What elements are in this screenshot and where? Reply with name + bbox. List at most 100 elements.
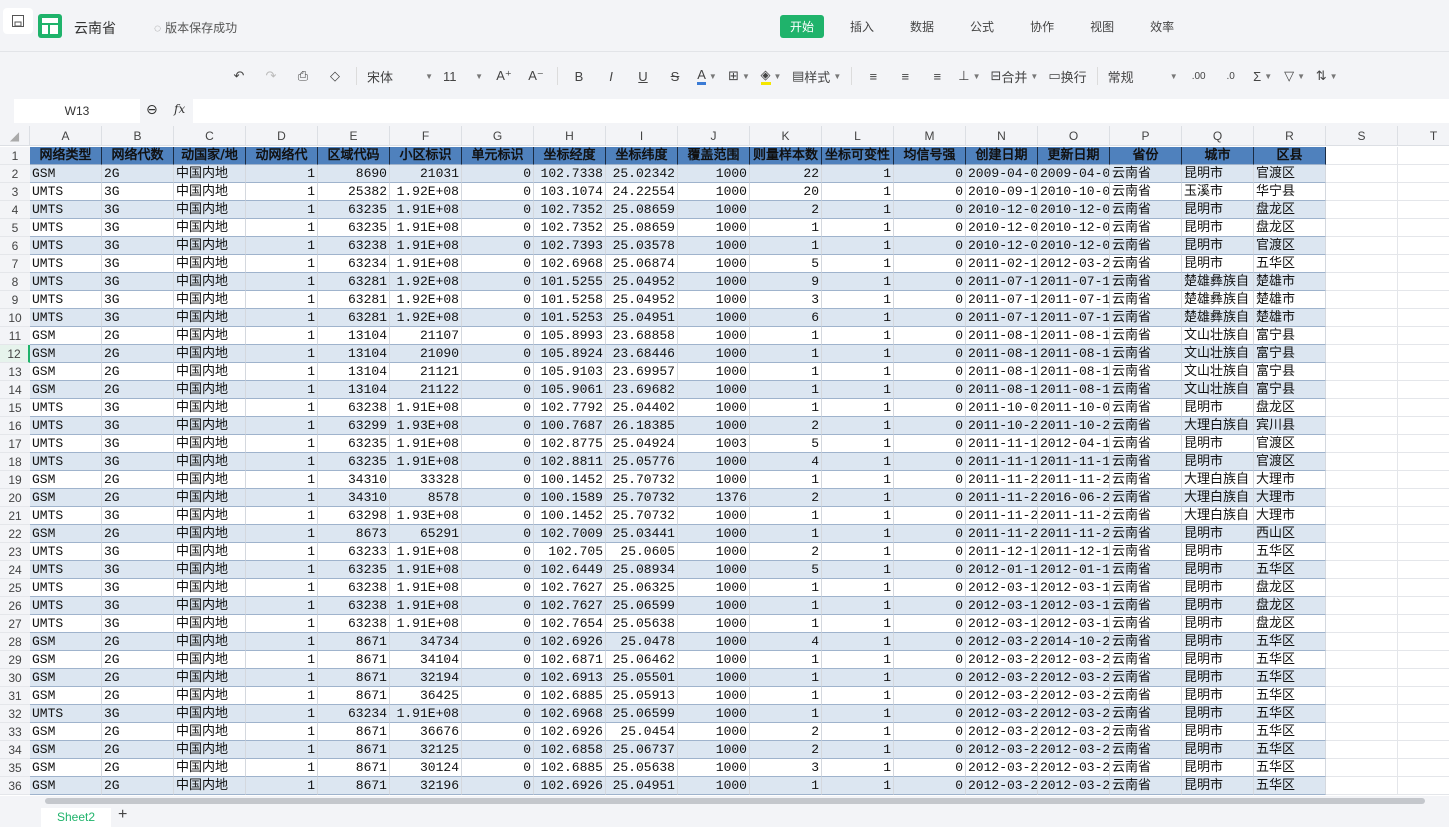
header-cell[interactable]: 城市	[1182, 147, 1254, 165]
table-cell[interactable]: 楚雄彝族自	[1182, 309, 1254, 327]
table-cell[interactable]: 2009-04-0	[966, 165, 1038, 183]
table-cell[interactable]: 0	[462, 327, 534, 345]
table-cell[interactable]: 云南省	[1110, 381, 1182, 399]
table-cell[interactable]: 2011-08-1	[1038, 363, 1110, 381]
empty-cell[interactable]	[1398, 615, 1449, 633]
table-cell[interactable]: 1	[246, 363, 318, 381]
table-cell[interactable]: GSM	[30, 651, 102, 669]
table-cell[interactable]: 0	[894, 741, 966, 759]
table-cell[interactable]: 1	[822, 615, 894, 633]
table-cell[interactable]: 云南省	[1110, 705, 1182, 723]
table-cell[interactable]: 1000	[678, 543, 750, 561]
table-cell[interactable]: 中国内地	[174, 633, 246, 651]
table-cell[interactable]: 1	[246, 579, 318, 597]
table-cell[interactable]: 25.05638	[606, 615, 678, 633]
table-cell[interactable]: 1	[822, 219, 894, 237]
table-cell[interactable]: 63298	[318, 507, 390, 525]
table-cell[interactable]: 2010-12-0	[966, 219, 1038, 237]
table-cell[interactable]: 1.92E+08	[390, 309, 462, 327]
table-cell[interactable]: 102.6913	[534, 669, 606, 687]
header-cell[interactable]: 区县	[1254, 147, 1326, 165]
table-cell[interactable]: 1	[822, 417, 894, 435]
empty-cell[interactable]	[1326, 759, 1398, 777]
empty-cell[interactable]	[1326, 345, 1398, 363]
header-cell[interactable]: 小区标识	[390, 147, 462, 165]
table-cell[interactable]: 1	[750, 471, 822, 489]
table-cell[interactable]: 1000	[678, 777, 750, 795]
table-cell[interactable]: 63235	[318, 435, 390, 453]
table-cell[interactable]: 1000	[678, 363, 750, 381]
table-cell[interactable]: 2G	[102, 327, 174, 345]
table-cell[interactable]: 4	[750, 453, 822, 471]
table-cell[interactable]: 1000	[678, 309, 750, 327]
column-header[interactable]: L	[822, 126, 894, 146]
table-cell[interactable]: 1	[822, 777, 894, 795]
table-cell[interactable]: 3G	[102, 579, 174, 597]
table-cell[interactable]: 32125	[390, 741, 462, 759]
table-cell[interactable]: 昆明市	[1182, 543, 1254, 561]
table-cell[interactable]: 26.18385	[606, 417, 678, 435]
table-cell[interactable]: 昆明市	[1182, 669, 1254, 687]
table-cell[interactable]: 1	[246, 705, 318, 723]
table-cell[interactable]: 0	[894, 183, 966, 201]
table-cell[interactable]: 2012-03-2	[1038, 651, 1110, 669]
italic-icon[interactable]: I	[600, 65, 622, 87]
underline-icon[interactable]: U	[632, 65, 654, 87]
table-cell[interactable]: 25.70732	[606, 489, 678, 507]
table-cell[interactable]: 63238	[318, 615, 390, 633]
table-cell[interactable]: 云南省	[1110, 759, 1182, 777]
table-cell[interactable]: 云南省	[1110, 291, 1182, 309]
table-cell[interactable]: 22	[750, 165, 822, 183]
table-cell[interactable]: GSM	[30, 327, 102, 345]
table-cell[interactable]: 25.70732	[606, 471, 678, 489]
table-cell[interactable]: 63235	[318, 201, 390, 219]
table-cell[interactable]: 105.9103	[534, 363, 606, 381]
table-cell[interactable]: 1	[246, 723, 318, 741]
empty-cell[interactable]	[1398, 489, 1449, 507]
table-cell[interactable]: 63238	[318, 579, 390, 597]
empty-cell[interactable]	[1398, 399, 1449, 417]
row-header[interactable]: 7	[0, 255, 30, 273]
table-cell[interactable]: 中国内地	[174, 399, 246, 417]
table-cell[interactable]: 0	[894, 327, 966, 345]
table-cell[interactable]: 0	[462, 525, 534, 543]
table-cell[interactable]: 五华区	[1254, 651, 1326, 669]
table-cell[interactable]: 8690	[318, 165, 390, 183]
table-cell[interactable]: 昆明市	[1182, 687, 1254, 705]
table-cell[interactable]: UMTS	[30, 579, 102, 597]
table-cell[interactable]: 盘龙区	[1254, 219, 1326, 237]
table-cell[interactable]: 2G	[102, 633, 174, 651]
table-cell[interactable]: 2G	[102, 489, 174, 507]
empty-cell[interactable]	[1326, 741, 1398, 759]
table-cell[interactable]: 8671	[318, 687, 390, 705]
table-cell[interactable]: 1	[246, 777, 318, 795]
table-cell[interactable]: 昆明市	[1182, 759, 1254, 777]
table-cell[interactable]: 1	[246, 327, 318, 345]
header-cell[interactable]: 区域代码	[318, 147, 390, 165]
empty-cell[interactable]	[1398, 651, 1449, 669]
table-cell[interactable]: 2	[750, 489, 822, 507]
table-cell[interactable]: 8671	[318, 633, 390, 651]
table-cell[interactable]: 盘龙区	[1254, 201, 1326, 219]
table-cell[interactable]: 2012-03-2	[1038, 759, 1110, 777]
table-cell[interactable]: 8671	[318, 777, 390, 795]
column-header[interactable]: G	[462, 126, 534, 146]
table-cell[interactable]: 2010-12-0	[966, 201, 1038, 219]
header-cell[interactable]: 动网络代	[246, 147, 318, 165]
row-header[interactable]: 29	[0, 651, 30, 669]
row-header[interactable]: 34	[0, 741, 30, 759]
table-cell[interactable]: 25.0605	[606, 543, 678, 561]
table-cell[interactable]: 1000	[678, 741, 750, 759]
table-cell[interactable]: 4	[750, 633, 822, 651]
table-cell[interactable]: 中国内地	[174, 255, 246, 273]
empty-cell[interactable]	[1398, 561, 1449, 579]
undo-icon[interactable]: ↶	[228, 65, 250, 87]
table-cell[interactable]: 0	[894, 381, 966, 399]
empty-cell[interactable]	[1398, 381, 1449, 399]
table-cell[interactable]: 3G	[102, 291, 174, 309]
table-cell[interactable]: GSM	[30, 489, 102, 507]
table-cell[interactable]: 1	[822, 399, 894, 417]
table-cell[interactable]: 2012-03-2	[1038, 723, 1110, 741]
table-cell[interactable]: 1	[750, 399, 822, 417]
table-cell[interactable]: 1.91E+08	[390, 543, 462, 561]
